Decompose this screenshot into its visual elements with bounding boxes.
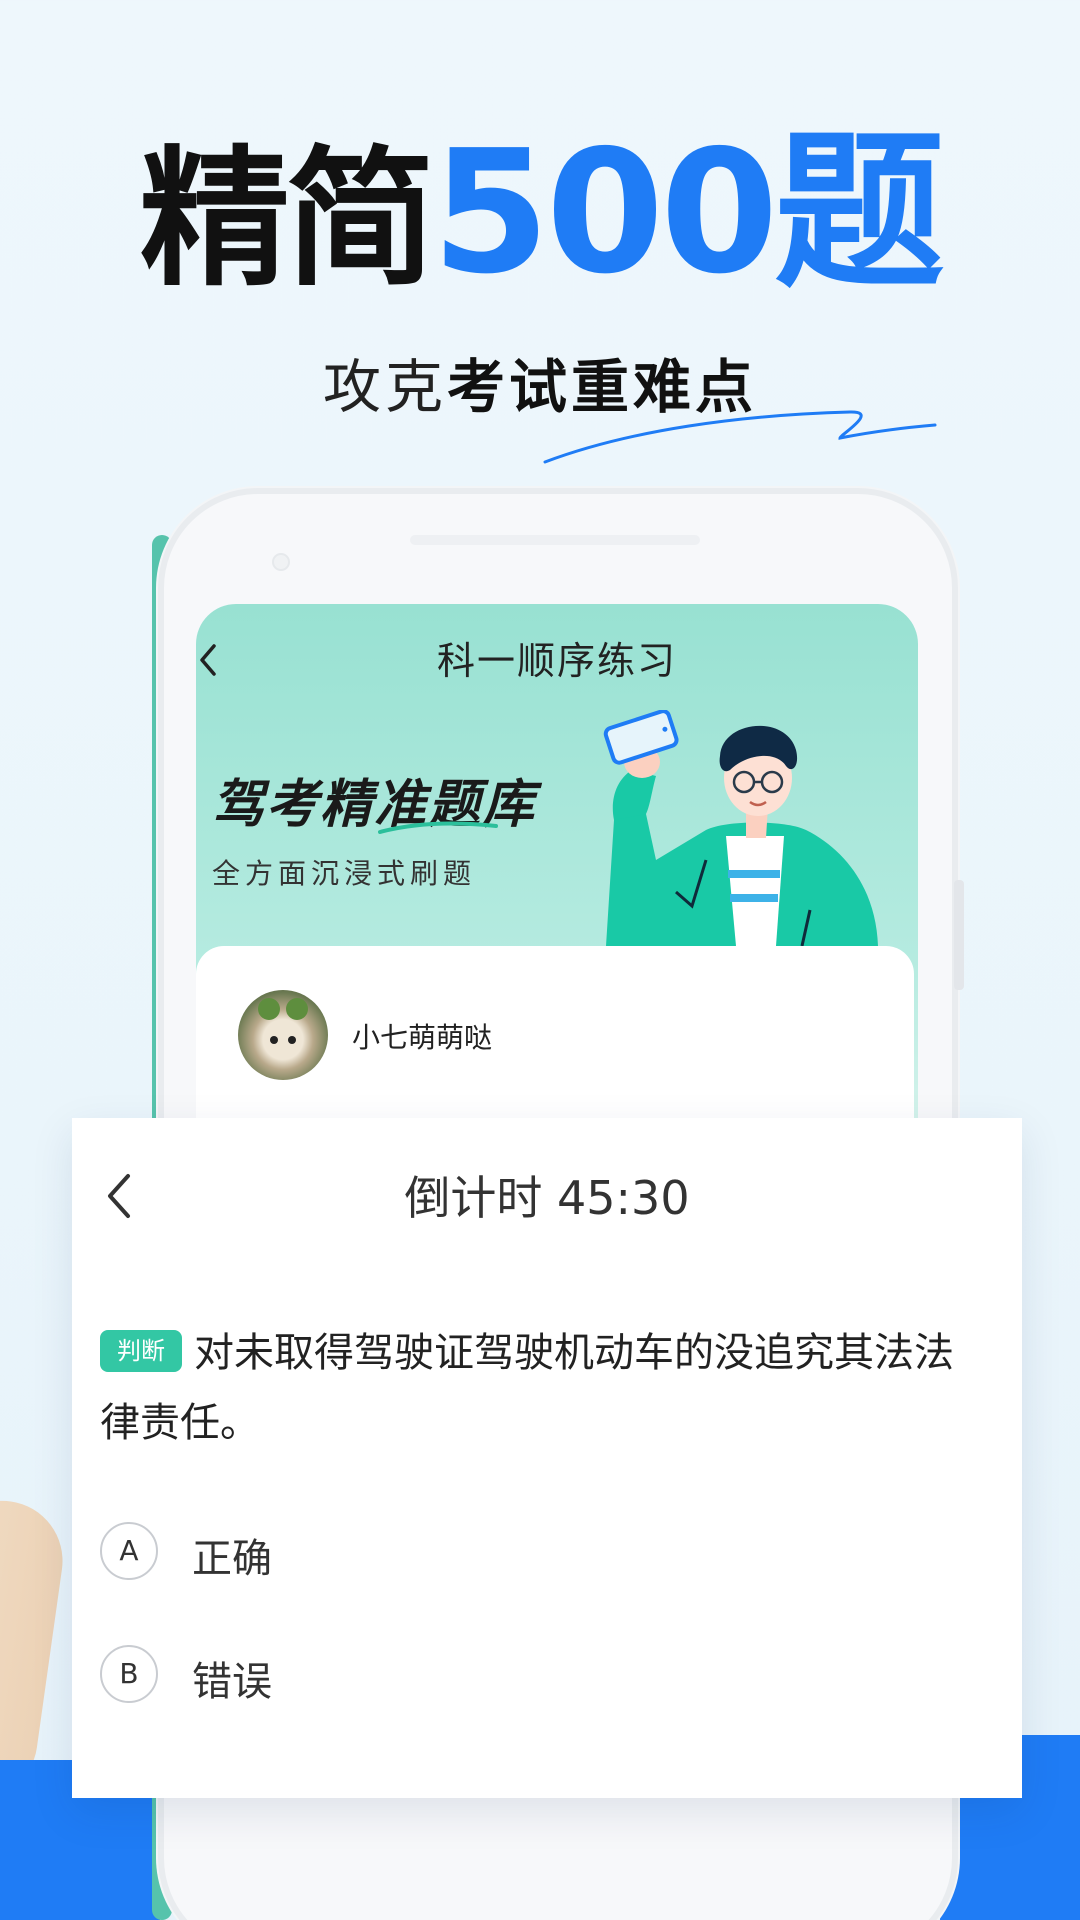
person-with-phone-illustration: [603, 710, 878, 946]
option-a[interactable]: A 正确: [100, 1522, 700, 1582]
hero-title-black: 精简: [139, 133, 436, 307]
option-a-letter: A: [100, 1522, 158, 1580]
avatar-eye-left: [270, 1036, 278, 1044]
swoosh-underline-icon: [543, 410, 937, 464]
avatar-hat-right: [286, 998, 308, 1020]
avatar-hat-left: [258, 998, 280, 1020]
hero-subtitle-plain: 攻克: [322, 353, 447, 421]
phone-speaker: [410, 535, 700, 545]
question-type-badge: 判断: [100, 1330, 182, 1372]
banner-underline-icon: [378, 821, 498, 834]
avatar[interactable]: [238, 990, 328, 1080]
hero-title-blue: 500题: [431, 114, 945, 312]
countdown-timer: 倒计时 45:30: [404, 1171, 690, 1225]
screen-title: 科一顺序练习: [436, 639, 677, 683]
username: 小七萌萌哒: [352, 1021, 493, 1054]
option-b-letter: B: [100, 1645, 158, 1703]
option-b-text: 错误: [192, 1659, 272, 1705]
banner-subtitle: 全方面沉浸式刷题: [212, 857, 477, 890]
hero-title: 精简500题: [0, 118, 1080, 308]
option-a-text: 正确: [192, 1536, 272, 1582]
phone-camera: [272, 553, 290, 571]
phone-side-button: [954, 880, 964, 990]
avatar-eye-right: [288, 1036, 296, 1044]
option-b[interactable]: B 错误: [100, 1645, 700, 1705]
question-text: 对未取得驾驶证驾驶机动车的没追究其法法律责任。: [100, 1330, 954, 1446]
